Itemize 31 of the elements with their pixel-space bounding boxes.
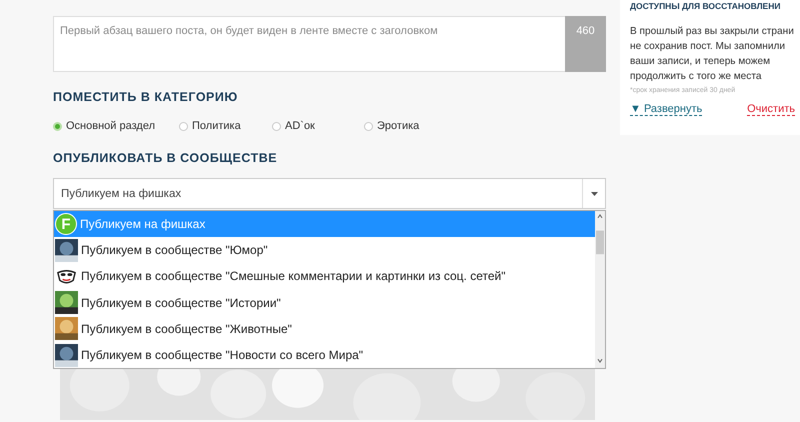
panel-text: В прошлый раз вы закрыли страни [630, 25, 794, 39]
radio-label: Политика [192, 120, 241, 132]
clear-link[interactable]: Очистить [747, 103, 795, 116]
radio-icon[interactable] [272, 122, 281, 130]
panel-text: продолжить с того же места [630, 70, 762, 84]
panel-text: не сохранив пост. Мы запомнили [630, 40, 786, 54]
section-heading: ПОМЕСТИТЬ В КАТЕГОРИЮ [53, 89, 239, 105]
caret-icon [590, 192, 598, 196]
character-counter: 460 [565, 16, 606, 72]
scrollbar[interactable] [595, 211, 605, 368]
description-field[interactable]: Первый абзац вашего поста, он будет виден в ленте вместе с заголовком [53, 16, 565, 72]
logo-icon: F [55, 213, 77, 236]
radio-icon[interactable] [364, 122, 373, 130]
dropdown-option[interactable]: Публикуем в сообществе "Смешные комментарии и картинки из соц. сетей" [54, 263, 595, 290]
radio-label: Основной раздел [66, 120, 155, 132]
expand-link[interactable]: ▼ Развернуть [630, 103, 702, 116]
radio-option[interactable]: AD`ок [272, 119, 364, 133]
dropdown-option[interactable]: Публикуем в сообществе "Юмор" [54, 237, 595, 264]
section-heading: ОПУБЛИКОВАТЬ В СООБЩЕСТВЕ [53, 150, 278, 166]
panel-text: ваши записи, и теперь можем [630, 55, 770, 69]
community-select[interactable]: Публикуем на фишках [53, 178, 606, 209]
panel-heading: ДОСТУПНЫ ДЛЯ ВОССТАНОВЛЕНИ [630, 1, 782, 12]
radio-icon[interactable] [179, 122, 188, 130]
radio-option[interactable]: Эротика [364, 119, 420, 133]
radio-label: Эротика [377, 120, 420, 132]
radio-option[interactable]: Основной раздел [53, 119, 179, 133]
radio-option[interactable]: Политика [179, 119, 272, 133]
radio-icon[interactable] [53, 122, 62, 130]
radio-label: AD`ок [285, 120, 315, 132]
dropdown-option[interactable]: Публикуем в сообществе "Животные" [54, 316, 595, 342]
dropdown-option[interactable]: Публикуем в сообществе "Истории" [54, 290, 595, 316]
